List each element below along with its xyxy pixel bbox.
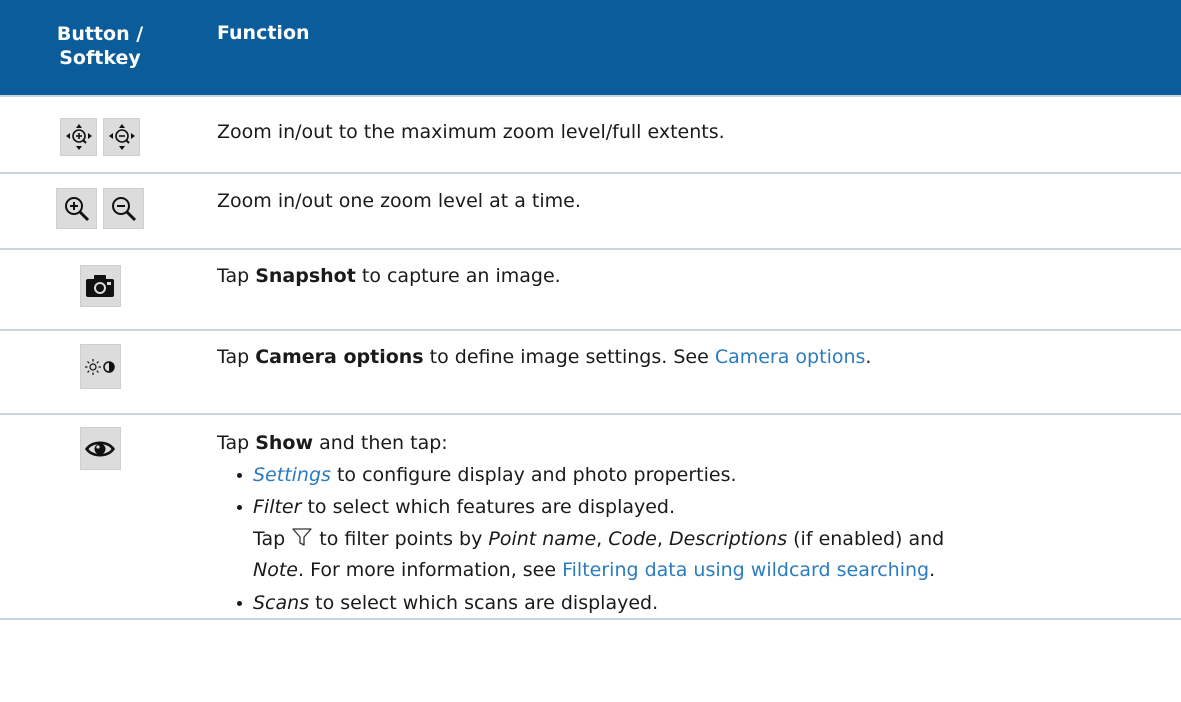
show-text-post: and then tap: <box>313 432 448 454</box>
table-header-row: Button / Softkey Function <box>0 0 1181 97</box>
camera-options-label: Camera options <box>255 346 424 368</box>
show-intro: Tap Show and then tap: <box>217 428 1181 458</box>
snapshot-label: Snapshot <box>255 265 356 287</box>
snapshot-text-post: to capture an image. <box>355 265 561 287</box>
bullet <box>237 473 242 478</box>
table-row-camera-options: Tap Camera options to define image setti… <box>0 330 1181 415</box>
filter-text-mid2: (if enabled) and <box>787 528 945 550</box>
filter-field-code: Code <box>608 528 657 550</box>
filter-text-pre: Tap <box>253 528 292 550</box>
camera-options-text-mid: to define image settings. See <box>423 346 715 368</box>
header-button-softkey: Button / Softkey <box>0 0 200 97</box>
filter-field-note: Note <box>253 559 298 581</box>
filter-instructions: Tap to filter points by Point name, Code… <box>217 525 1181 584</box>
separator: , <box>596 528 609 550</box>
zoom-out-extents-icon[interactable] <box>103 118 140 156</box>
zoom-out-icon[interactable] <box>103 188 144 229</box>
zoom-extents-text: Zoom in/out to the maximum zoom level/fu… <box>217 121 725 143</box>
header-function: Function <box>200 0 1181 97</box>
table-row-zoom-extents: Zoom in/out to the maximum zoom level/fu… <box>0 96 1181 174</box>
icon-cell <box>0 414 200 620</box>
function-cell: Tap Snapshot to capture an image. <box>200 249 1181 331</box>
table-row-show: Tap Show and then tap: Settings to confi… <box>0 414 1181 620</box>
filter-label: Filter <box>253 496 302 518</box>
function-cell: Zoom in/out one zoom level at a time. <box>200 173 1181 250</box>
bullet <box>237 601 242 606</box>
wildcard-search-link[interactable]: Filtering data using wildcard searching <box>562 559 929 581</box>
filter-field-point-name: Point name <box>488 528 597 550</box>
function-cell: Zoom in/out to the maximum zoom level/fu… <box>200 96 1181 174</box>
zoom-level-text: Zoom in/out one zoom level at a time. <box>217 190 581 212</box>
eye-icon[interactable] <box>79 427 121 470</box>
camera-options-link[interactable]: Camera options <box>715 346 866 368</box>
snapshot-text-pre: Tap <box>217 265 256 287</box>
camera-icon[interactable] <box>79 265 121 307</box>
camera-options-text-post: . <box>865 346 872 368</box>
list-item-filter: Filter to select which features are disp… <box>217 492 1181 522</box>
scans-label: Scans <box>253 592 310 614</box>
function-cell: Tap Show and then tap: Settings to confi… <box>200 414 1181 620</box>
filter-field-descriptions: Descriptions <box>668 528 788 550</box>
table-row-zoom-level: Zoom in/out one zoom level at a time. <box>0 173 1181 250</box>
icon-cell <box>0 330 200 415</box>
list-item-scans: Scans to select which scans are displaye… <box>217 588 1181 618</box>
button-function-table: Button / Softkey Function Zoom in/out to… <box>0 0 1181 620</box>
settings-desc: to configure display and photo propertie… <box>330 464 737 486</box>
table-row-snapshot: Tap Snapshot to capture an image. <box>0 249 1181 331</box>
settings-link[interactable]: Settings <box>253 464 331 486</box>
show-options-list-continued: Scans to select which scans are displaye… <box>217 588 1181 618</box>
bullet <box>237 505 242 510</box>
show-label: Show <box>255 432 314 454</box>
camera-options-text-pre: Tap <box>217 346 256 368</box>
filter-text-end: . <box>929 559 936 581</box>
filter-icon[interactable] <box>291 526 313 556</box>
filter-text-mid: to filter points by <box>313 528 489 550</box>
list-item-settings: Settings to configure display and photo … <box>217 460 1181 490</box>
filter-desc: to select which features are displayed. <box>301 496 676 518</box>
icon-cell <box>0 249 200 331</box>
function-cell: Tap Camera options to define image setti… <box>200 330 1181 415</box>
header-button-line1: Button / <box>56 23 144 45</box>
brightness-contrast-icon[interactable] <box>79 344 121 389</box>
scans-desc: to select which scans are displayed. <box>309 592 659 614</box>
icon-cell <box>0 96 200 174</box>
show-text-pre: Tap <box>217 432 256 454</box>
separator: , <box>656 528 669 550</box>
show-options-list: Settings to configure display and photo … <box>217 460 1181 522</box>
filter-text-post: . For more information, see <box>297 559 563 581</box>
icon-cell <box>0 173 200 250</box>
zoom-in-extents-icon[interactable] <box>60 118 97 156</box>
zoom-in-icon[interactable] <box>56 188 97 229</box>
header-button-line2: Softkey <box>59 47 141 69</box>
